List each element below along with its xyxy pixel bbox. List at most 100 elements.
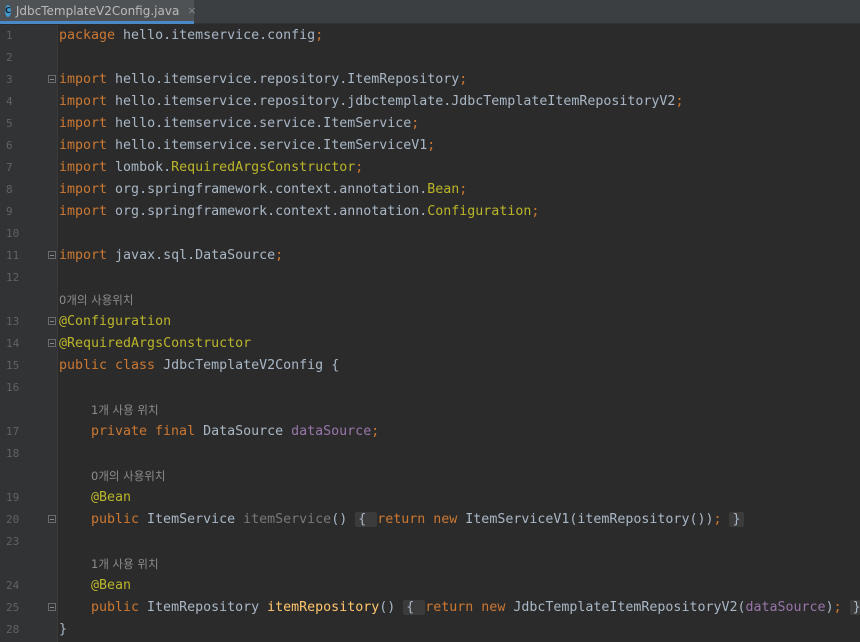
code-token: JdbcTemplateItemRepositoryV2( xyxy=(513,600,746,615)
code-token: @RequiredArgsConstructor xyxy=(59,336,252,351)
line-number: 2 xyxy=(6,51,13,64)
code-token: ; xyxy=(427,138,436,153)
code-line: 10 xyxy=(0,223,860,245)
usage-hint[interactable]: 0개의 사용위치 xyxy=(59,465,165,487)
code-token: public xyxy=(91,512,148,527)
code-token: } xyxy=(59,622,68,637)
editor-tab[interactable]: C JdbcTemplateV2Config.java × xyxy=(0,0,197,24)
code-line: 15 public class JdbcTemplateV2Config { xyxy=(0,355,860,377)
line-number: 13 xyxy=(6,315,20,328)
code-token: org.springframework.context.annotation. xyxy=(115,182,428,197)
java-class-icon: C xyxy=(5,4,11,17)
code-line: 12 xyxy=(0,267,860,289)
code-token: import xyxy=(59,116,116,131)
fold-icon[interactable] xyxy=(48,317,56,325)
folded-region[interactable]: { xyxy=(403,600,426,615)
editor-tab-bar: C JdbcTemplateV2Config.java × xyxy=(0,0,860,24)
code-text: @Bean xyxy=(59,575,131,597)
close-icon[interactable]: × xyxy=(187,4,196,17)
code-text: import org.springframework.context.annot… xyxy=(59,201,539,223)
code-token: () xyxy=(331,512,356,527)
tab-title: JdbcTemplateV2Config.java xyxy=(15,3,180,18)
line-number: 12 xyxy=(6,271,20,284)
code-token: ; xyxy=(355,160,364,175)
code-line: 19 @Bean xyxy=(0,487,860,509)
usage-hint[interactable]: 1개 사용 위치 xyxy=(59,553,159,575)
code-text: @RequiredArgsConstructor xyxy=(59,333,251,355)
code-token: ItemServiceV1(itemRepository()) xyxy=(465,512,714,527)
fold-icon[interactable] xyxy=(48,603,56,611)
folded-region[interactable]: { xyxy=(355,512,378,527)
fold-icon[interactable] xyxy=(48,515,56,523)
code-token: org.springframework.context.annotation. xyxy=(115,204,428,219)
code-token: JdbcTemplateV2Config { xyxy=(163,358,340,373)
code-line: 5 import hello.itemservice.service.ItemSe… xyxy=(0,113,860,135)
code-token: ; xyxy=(275,248,284,263)
line-number: 17 xyxy=(6,425,20,438)
code-token: ; xyxy=(371,424,380,439)
code-token: @Configuration xyxy=(59,314,172,329)
code-line: 8 import org.springframework.context.anno… xyxy=(0,179,860,201)
line-number: 10 xyxy=(6,227,20,240)
fold-icon[interactable] xyxy=(48,339,56,347)
code-text: import hello.itemservice.service.ItemSer… xyxy=(59,113,419,135)
code-token: private final xyxy=(91,424,204,439)
code-token: lombok. xyxy=(115,160,172,175)
line-number: 1 xyxy=(6,29,13,42)
usage-hint[interactable]: 0개의 사용위치 xyxy=(59,289,133,311)
code-line: 18 xyxy=(0,443,860,465)
line-number: 19 xyxy=(6,491,20,504)
code-token: ; xyxy=(675,94,684,109)
folded-region[interactable]: } xyxy=(729,512,744,527)
fold-icon[interactable] xyxy=(48,75,56,83)
usage-hint[interactable]: 1개 사용 위치 xyxy=(59,399,159,421)
code-token: ItemRepository xyxy=(147,600,268,615)
line-number: 24 xyxy=(6,579,20,592)
code-text: private final DataSource dataSource; xyxy=(59,421,379,443)
line-number: 28 xyxy=(6,623,20,636)
line-number: 4 xyxy=(6,95,13,108)
code-token: ItemService xyxy=(147,512,244,527)
code-line: 28} xyxy=(0,619,860,641)
line-number: 25 xyxy=(6,601,20,614)
code-text: import hello.itemservice.repository.Item… xyxy=(59,69,467,91)
code-token: hello.itemservice.repository.ItemReposit… xyxy=(115,72,460,87)
usage-hint-row: 0개의 사용위치 xyxy=(0,289,860,311)
code-token: ; xyxy=(713,512,730,527)
fold-icon[interactable] xyxy=(48,251,56,259)
code-text: public class JdbcTemplateV2Config { xyxy=(59,355,339,377)
code-line: 6 import hello.itemservice.service.ItemSe… xyxy=(0,135,860,157)
usage-hint-row: 1개 사용 위치 xyxy=(0,553,860,575)
code-text: import lombok.RequiredArgsConstructor; xyxy=(59,157,363,179)
code-token: dataSource xyxy=(291,424,372,439)
line-number: 18 xyxy=(6,447,20,460)
line-number: 6 xyxy=(6,139,13,152)
code-line: 11 import javax.sql.DataSource; xyxy=(0,245,860,267)
code-token: @Bean xyxy=(91,490,132,505)
code-text: @Configuration xyxy=(59,311,171,333)
code-token: ; xyxy=(315,28,324,43)
code-token: import xyxy=(59,204,116,219)
line-number: 8 xyxy=(6,183,13,196)
code-token: hello.itemservice.service.ItemServiceV1 xyxy=(115,138,428,153)
code-line: 17 private final DataSource dataSource; xyxy=(0,421,860,443)
code-line: 23 xyxy=(0,531,860,553)
line-number: 5 xyxy=(6,117,13,130)
code-token: ) xyxy=(825,600,834,615)
code-token: Configuration xyxy=(427,204,532,219)
code-token: import xyxy=(59,94,116,109)
code-text: import org.springframework.context.annot… xyxy=(59,179,467,201)
code-editor[interactable]: 1 package hello.itemservice.config; 2 3 impo… xyxy=(0,25,860,642)
code-text: import javax.sql.DataSource; xyxy=(59,245,283,267)
code-token: () xyxy=(379,600,404,615)
line-number: 11 xyxy=(6,249,20,262)
line-number: 23 xyxy=(6,535,20,548)
code-token: itemRepository xyxy=(267,600,380,615)
code-line: 7 import lombok.RequiredArgsConstructor; xyxy=(0,157,860,179)
code-line: 13 @Configuration xyxy=(0,311,860,333)
code-line: 14 @RequiredArgsConstructor xyxy=(0,333,860,355)
code-text: public ItemService itemService() { retur… xyxy=(59,509,744,531)
code-token: ; xyxy=(833,600,850,615)
code-token: itemService xyxy=(243,512,332,527)
folded-region[interactable]: } xyxy=(849,600,860,615)
